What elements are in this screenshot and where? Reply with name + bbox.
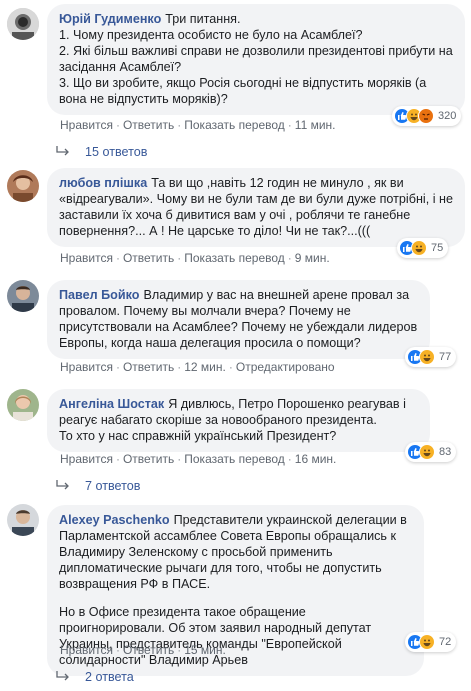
- reaction-count: 75: [431, 242, 444, 254]
- like-link[interactable]: Нравится: [60, 643, 113, 657]
- timestamp[interactable]: 9 мин.: [295, 251, 330, 265]
- comment-actions: Нравится · Ответить · Показать перевод · 16 ми…: [60, 452, 337, 466]
- reactions-summary[interactable]: 75: [397, 238, 449, 258]
- comment-author[interactable]: Ангеліна Шостак: [59, 397, 164, 411]
- haha-reaction-icon: [419, 349, 435, 365]
- like-link[interactable]: Нравится: [60, 251, 113, 265]
- reactions-summary[interactable]: 72: [405, 632, 457, 652]
- comment-author[interactable]: любов плішка: [59, 176, 147, 190]
- view-replies-link[interactable]: 15 ответов: [55, 145, 147, 159]
- reaction-count: 320: [438, 110, 457, 122]
- avatar[interactable]: [7, 8, 39, 40]
- reply-arrow-icon: [56, 480, 69, 490]
- avatar[interactable]: [7, 389, 39, 421]
- comment-actions: Нравится · Ответить · Показать перевод · 9 мин…: [60, 251, 330, 265]
- reply-link[interactable]: Ответить: [123, 643, 174, 657]
- translate-link[interactable]: Показать перевод: [184, 452, 285, 466]
- comment-actions: Нравится · Ответить · Показать перевод · 11 ми…: [60, 118, 336, 132]
- comment-author[interactable]: Павел Бойко: [59, 288, 139, 302]
- translate-link[interactable]: Показать перевод: [184, 118, 285, 132]
- reply-arrow-icon: [56, 671, 69, 681]
- comment-bubble: Юрій Гудименко Три питання. 1. Чому прези…: [47, 4, 465, 115]
- avatar[interactable]: [7, 170, 39, 202]
- edited-label[interactable]: Отредактировано: [236, 360, 335, 374]
- haha-reaction-icon: [411, 240, 427, 256]
- reaction-count: 72: [439, 636, 452, 648]
- comment-bubble: Ангеліна Шостак Я дивлюсь, Петро Порошенк…: [47, 389, 430, 452]
- timestamp[interactable]: 12 мин.: [184, 360, 226, 374]
- comment-author[interactable]: Alexey Paschenko: [59, 513, 170, 527]
- reactions-summary[interactable]: 83: [405, 442, 457, 462]
- haha-reaction-icon: [419, 444, 435, 460]
- timestamp[interactable]: 11 мин.: [295, 118, 336, 132]
- reply-link[interactable]: Ответить: [123, 251, 174, 265]
- haha-reaction-icon: [419, 634, 435, 650]
- view-replies-link[interactable]: 7 ответов: [55, 479, 140, 493]
- timestamp[interactable]: 16 мин.: [295, 452, 337, 466]
- like-link[interactable]: Нравится: [60, 452, 113, 466]
- avatar[interactable]: [7, 504, 39, 536]
- reaction-count: 77: [439, 351, 452, 363]
- avatar[interactable]: [7, 280, 39, 312]
- reply-link[interactable]: Ответить: [123, 452, 174, 466]
- comment-bubble: любов плішка Та ви що ,навіть 12 годин не…: [47, 168, 465, 247]
- replies-count: 2 ответа: [85, 670, 134, 684]
- comment-author[interactable]: Юрій Гудименко: [59, 12, 161, 26]
- reactions-summary[interactable]: 77: [405, 347, 457, 367]
- comment-actions: Нравится · Ответить · 15 мин.: [60, 643, 226, 657]
- translate-link[interactable]: Показать перевод: [184, 251, 285, 265]
- comment-actions: Нравится · Ответить · 12 мин. · Отредактирован…: [60, 360, 335, 374]
- reply-link[interactable]: Ответить: [123, 360, 174, 374]
- reply-arrow-icon: [56, 146, 69, 156]
- reactions-summary[interactable]: 320: [392, 106, 462, 126]
- view-replies-link[interactable]: 2 ответа: [55, 670, 134, 684]
- timestamp[interactable]: 15 мин.: [184, 643, 226, 657]
- comment-bubble: Павел Бойко Владимир у вас на внешней аре…: [47, 280, 430, 359]
- reply-link[interactable]: Ответить: [123, 118, 174, 132]
- comment-text: Три питання. 1. Чому президента особисто…: [59, 12, 453, 106]
- like-link[interactable]: Нравится: [60, 360, 113, 374]
- reaction-count: 83: [439, 446, 452, 458]
- like-link[interactable]: Нравится: [60, 118, 113, 132]
- angry-reaction-icon: [418, 108, 434, 124]
- replies-count: 7 ответов: [85, 479, 141, 493]
- comment-text: Но в Офисе президента такое обращение пр…: [59, 605, 375, 667]
- replies-count: 15 ответов: [85, 145, 148, 159]
